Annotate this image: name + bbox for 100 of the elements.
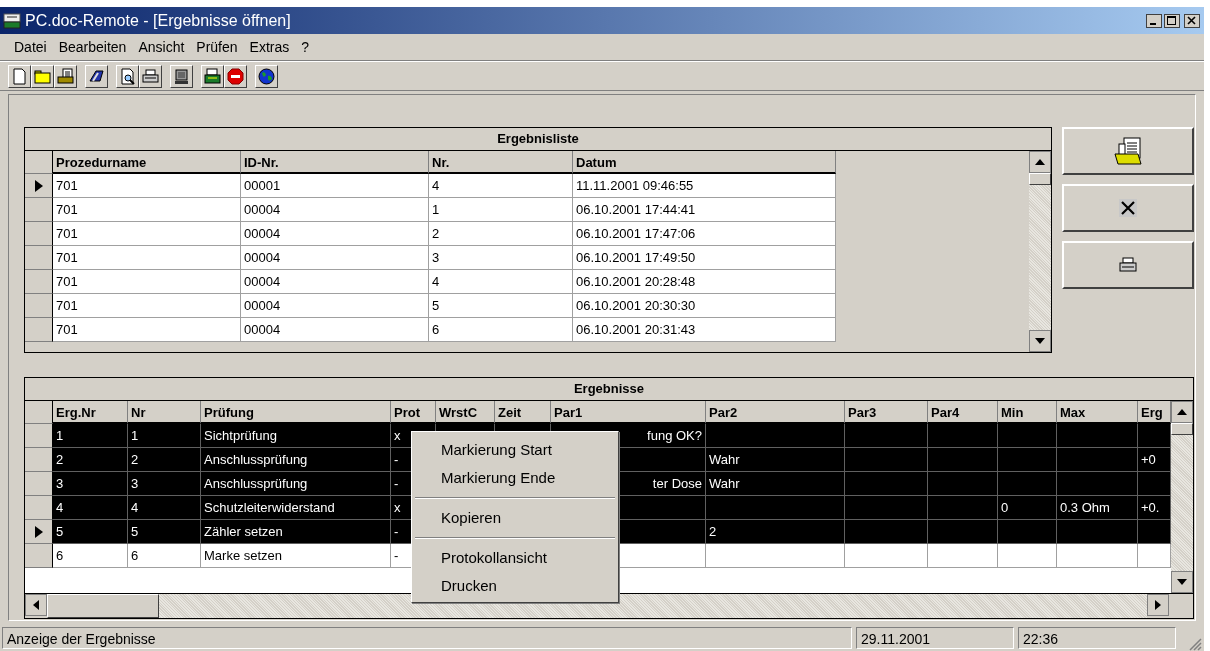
table-cell: 1 bbox=[128, 424, 201, 448]
toolbar-button[interactable] bbox=[255, 64, 278, 88]
table-cell: 701 bbox=[53, 174, 241, 198]
table-cell: 00004 bbox=[241, 318, 429, 342]
scroll-up-button[interactable] bbox=[1029, 151, 1051, 173]
toolbar-button[interactable] bbox=[54, 64, 77, 88]
action-button[interactable] bbox=[1062, 184, 1194, 232]
app-icon bbox=[3, 12, 21, 29]
toolbar-button[interactable] bbox=[170, 64, 193, 88]
window-title: PC.doc-Remote - [Ergebnisse öffnen] bbox=[25, 11, 292, 30]
menu-item[interactable]: Drucken bbox=[412, 572, 618, 600]
table-cell: 701 bbox=[53, 270, 241, 294]
table-cell: 1 bbox=[429, 198, 573, 222]
table-cell: 3 bbox=[53, 472, 128, 496]
stop-icon bbox=[226, 66, 245, 86]
status-panel: 29.11.2001 bbox=[856, 627, 1014, 649]
scroll-right-button[interactable] bbox=[1147, 594, 1169, 616]
table-cell: Marke setzen bbox=[201, 544, 391, 568]
column-header[interactable]: Par2 bbox=[706, 401, 845, 424]
toolbar-button[interactable] bbox=[201, 64, 224, 88]
scroll-up-button[interactable] bbox=[1171, 401, 1193, 423]
table-cell: 701 bbox=[53, 294, 241, 318]
table-cell: 4 bbox=[429, 270, 573, 294]
table-cell: 00004 bbox=[241, 294, 429, 318]
menu-item[interactable]: ? bbox=[295, 39, 316, 55]
toolbar-button[interactable] bbox=[31, 64, 54, 88]
column-header[interactable]: ID-Nr. bbox=[241, 151, 429, 174]
menu-item[interactable]: Bearbeiten bbox=[52, 39, 133, 55]
scroll-thumb[interactable] bbox=[47, 594, 159, 618]
column-header[interactable]: Erg.Nr bbox=[53, 401, 128, 424]
printer-icon bbox=[141, 66, 160, 86]
toolbar-button[interactable] bbox=[224, 64, 247, 88]
scroll-thumb[interactable] bbox=[1171, 423, 1193, 435]
column-header[interactable]: Datum bbox=[573, 151, 836, 174]
column-header[interactable]: Zeit bbox=[495, 401, 551, 424]
column-header[interactable]: Nr. bbox=[429, 151, 573, 174]
table-cell: 2 bbox=[429, 222, 573, 246]
table-cell: 0.3 Ohm bbox=[1057, 496, 1138, 520]
minimize-button[interactable] bbox=[1146, 13, 1162, 28]
folder-document-icon bbox=[56, 66, 75, 86]
table-cell: Wahr bbox=[706, 472, 845, 496]
status-panel: 22:36 bbox=[1018, 627, 1176, 649]
table-cell: 4 bbox=[128, 496, 201, 520]
preview-icon bbox=[118, 66, 137, 86]
table-cell: 2 bbox=[53, 448, 128, 472]
column-header[interactable]: Prot bbox=[391, 401, 436, 424]
table-cell: Anschlussprüfung bbox=[201, 472, 391, 496]
column-header[interactable]: Min bbox=[998, 401, 1057, 424]
menu-item[interactable]: Prüfen bbox=[190, 39, 244, 55]
folder-document-icon bbox=[1112, 136, 1144, 166]
table-cell: 6 bbox=[128, 544, 201, 568]
scroll-down-button[interactable] bbox=[1029, 330, 1051, 352]
column-header[interactable]: Par1 bbox=[551, 401, 706, 424]
toolbar-button[interactable] bbox=[139, 64, 162, 88]
table-cell: 06.10.2001 20:31:43 bbox=[573, 318, 836, 342]
table-cell: 701 bbox=[53, 318, 241, 342]
table-cell: 1 bbox=[53, 424, 128, 448]
table-cell: Sichtprüfung bbox=[201, 424, 391, 448]
column-header[interactable]: WrstC bbox=[436, 401, 495, 424]
column-header[interactable]: Max bbox=[1057, 401, 1138, 424]
column-header[interactable]: Prüfung bbox=[201, 401, 391, 424]
table-cell: 4 bbox=[429, 174, 573, 198]
table-cell: 701 bbox=[53, 198, 241, 222]
menu-item[interactable]: Ansicht bbox=[132, 39, 191, 55]
column-header[interactable]: Nr bbox=[128, 401, 201, 424]
column-header[interactable]: Erg bbox=[1138, 401, 1171, 424]
device-icon bbox=[203, 66, 222, 86]
scroll-left-button[interactable] bbox=[25, 594, 47, 616]
table-cell: 00004 bbox=[241, 222, 429, 246]
toolbar-button[interactable] bbox=[116, 64, 139, 88]
table-cell: 5 bbox=[53, 520, 128, 544]
maximize-button[interactable] bbox=[1164, 13, 1180, 28]
table-cell: 2 bbox=[706, 520, 845, 544]
table-cell: +0. bbox=[1138, 496, 1171, 520]
column-header[interactable]: Par4 bbox=[928, 401, 998, 424]
close-button[interactable] bbox=[1184, 13, 1200, 28]
table-cell: 6 bbox=[53, 544, 128, 568]
scroll-thumb[interactable] bbox=[1029, 173, 1051, 185]
action-button[interactable] bbox=[1062, 127, 1194, 175]
column-header[interactable]: Prozedurname bbox=[53, 151, 241, 174]
table-cell: 06.10.2001 20:28:48 bbox=[573, 270, 836, 294]
resize-grip-icon[interactable] bbox=[1188, 637, 1202, 651]
table-cell: 11.11.2001 09:46:55 bbox=[573, 174, 836, 198]
table-cell: 00001 bbox=[241, 174, 429, 198]
menu-item[interactable]: Extras bbox=[243, 39, 296, 55]
scroll-down-button[interactable] bbox=[1171, 571, 1193, 593]
toolbar-button[interactable] bbox=[85, 64, 108, 88]
table-cell: 2 bbox=[128, 448, 201, 472]
menu-item[interactable]: Datei bbox=[8, 39, 53, 55]
table-cell: Wahr bbox=[706, 448, 845, 472]
action-button[interactable] bbox=[1062, 241, 1194, 289]
toolbar-button[interactable] bbox=[8, 64, 31, 88]
table-cell: 06.10.2001 20:30:30 bbox=[573, 294, 836, 318]
scrollbar[interactable] bbox=[1171, 401, 1193, 593]
table-cell: 0 bbox=[998, 496, 1057, 520]
column-header[interactable]: Par3 bbox=[845, 401, 928, 424]
scrollbar[interactable] bbox=[25, 593, 1193, 618]
scrollbar[interactable] bbox=[1029, 151, 1051, 352]
document-icon bbox=[10, 66, 29, 86]
status-panel: Anzeige der Ergebnisse bbox=[2, 627, 852, 649]
